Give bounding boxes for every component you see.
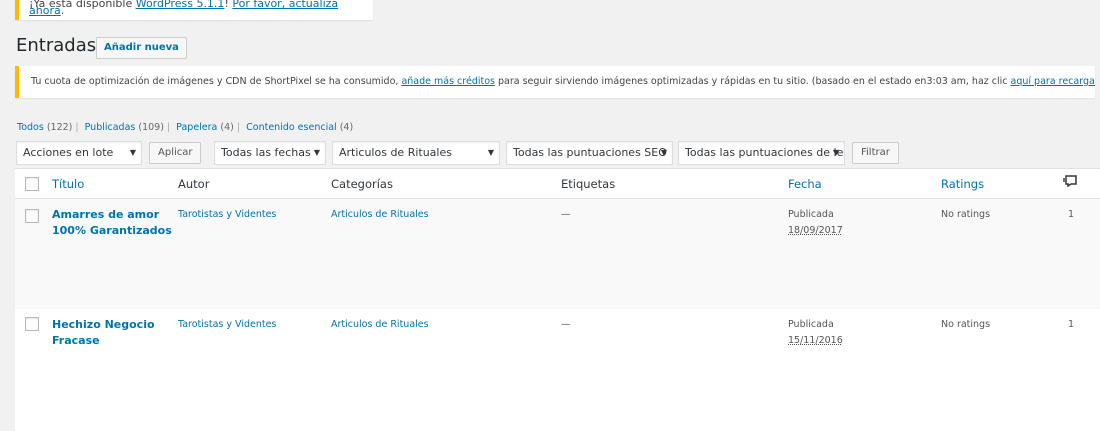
view-cornerstone-count: (4)	[339, 122, 354, 133]
view-cornerstone[interactable]: Contenido esencial	[246, 122, 337, 133]
post-comment-count[interactable]: 1	[1068, 317, 1074, 333]
post-date: Publicada 18/09/2017	[788, 207, 843, 239]
view-published[interactable]: Publicadas	[85, 122, 136, 133]
posts-table: Título Autor Categorías Etiquetas Fecha …	[15, 168, 1100, 431]
update-nag-text-end: .	[60, 4, 65, 17]
post-status-views: Todos (122) | Publicadas (109) | Papelera …	[17, 122, 353, 133]
select-all-checkbox[interactable]	[25, 177, 39, 191]
post-category-link[interactable]: Articulos de Rituales	[331, 317, 429, 333]
view-trash-count: (4)	[220, 122, 234, 133]
table-row: Amarres de amor 100% Garantizados Taroti…	[15, 199, 1100, 309]
column-date[interactable]: Fecha	[788, 177, 822, 191]
column-author: Autor	[178, 177, 210, 191]
add-credits-link[interactable]: añade más créditos	[401, 76, 495, 87]
bulk-actions-select[interactable]: Acciones en lote ▼	[16, 141, 142, 165]
post-author-link[interactable]: Tarotistas y Videntes	[178, 207, 276, 223]
post-title-line: Amarres de amor	[52, 208, 160, 221]
post-title-link[interactable]: Hechizo Negocio Fracase	[52, 317, 172, 349]
comments-icon[interactable]	[1063, 175, 1077, 187]
readability-filter-value: Todas las puntuaciones de legibilidad	[685, 146, 844, 159]
table-row: Hechizo Negocio Fracase Tarotistas y Vid…	[15, 309, 1100, 419]
shortpixel-notice: Tu cuota de optimización de imágenes y C…	[15, 66, 1095, 98]
post-title-line: Fracase	[52, 334, 100, 347]
separator: |	[166, 122, 171, 133]
post-title-line: 100% Garantizados	[52, 224, 172, 237]
post-tags: —	[561, 209, 571, 220]
notice-text: Tu cuota de optimización de imágenes y C…	[31, 76, 402, 87]
column-ratings[interactable]: Ratings	[941, 177, 984, 191]
post-category-link[interactable]: Articulos de Rituales	[331, 207, 429, 223]
post-ratings: No ratings	[941, 209, 991, 220]
view-all-count: (122)	[46, 122, 73, 133]
column-categories: Categorías	[331, 177, 393, 191]
wordpress-version-link[interactable]: WordPress 5.1.1	[136, 0, 225, 10]
post-title-line: Hechizo Negocio	[52, 318, 155, 331]
seo-score-filter-value: Todas las puntuaciones SEO	[513, 146, 667, 159]
column-title[interactable]: Título	[52, 177, 84, 191]
post-ratings: No ratings	[941, 319, 991, 330]
chevron-down-icon: ▼	[487, 148, 494, 157]
reload-link[interactable]: aquí para recargar	[1011, 76, 1095, 87]
tablenav: Acciones en lote ▼ Aplicar Todas las fec…	[16, 141, 1096, 165]
separator: |	[75, 122, 79, 133]
page-title: Entradas	[16, 35, 97, 56]
update-nag: ¡Ya está disponible WordPress 5.1.1! Por…	[15, 0, 373, 20]
date-filter-value: Todas las fechas	[221, 146, 311, 159]
date-filter-select[interactable]: Todas las fechas ▼	[214, 141, 326, 165]
row-checkbox[interactable]	[25, 317, 39, 331]
view-published-count: (109)	[138, 122, 164, 133]
post-title-link[interactable]: Amarres de amor 100% Garantizados	[52, 207, 172, 239]
seo-score-filter-select[interactable]: Todas las puntuaciones SEO ▼	[506, 141, 673, 165]
apply-button[interactable]: Aplicar	[149, 142, 202, 164]
view-trash[interactable]: Papelera	[176, 122, 217, 133]
view-all[interactable]: Todos	[17, 122, 44, 133]
chevron-down-icon: ▼	[129, 148, 136, 157]
table-header: Título Autor Categorías Etiquetas Fecha …	[15, 169, 1100, 199]
post-status: Publicada	[788, 209, 834, 220]
notice-text-2: para seguir sirviendo imágenes optimizad…	[494, 76, 1011, 87]
category-filter-select[interactable]: Articulos de Rituales ▼	[332, 141, 500, 165]
post-comment-count[interactable]: 1	[1068, 207, 1074, 223]
post-date: Publicada 15/11/2016	[788, 317, 843, 349]
filter-button[interactable]: Filtrar	[852, 142, 899, 164]
row-checkbox[interactable]	[25, 209, 39, 223]
column-tags: Etiquetas	[561, 177, 616, 191]
chevron-down-icon: ▼	[832, 148, 839, 157]
post-tags: —	[561, 319, 571, 330]
readability-filter-select[interactable]: Todas las puntuaciones de legibilidad ▼	[678, 141, 845, 165]
bulk-actions-value: Acciones en lote	[23, 146, 114, 159]
post-author-link[interactable]: Tarotistas y Videntes	[178, 317, 276, 333]
post-status: Publicada	[788, 319, 834, 330]
add-new-button[interactable]: Añadir nueva	[96, 37, 187, 59]
post-date-value: 18/09/2017	[788, 225, 843, 236]
chevron-down-icon: ▼	[660, 148, 667, 157]
chevron-down-icon: ▼	[313, 148, 320, 157]
separator: |	[236, 122, 241, 133]
post-date-value: 15/11/2016	[788, 335, 843, 346]
category-filter-value: Articulos de Rituales	[339, 146, 452, 159]
